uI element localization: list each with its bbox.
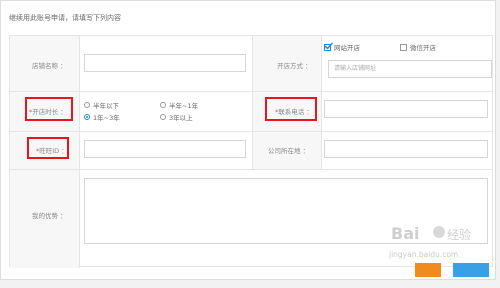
secondary-button[interactable] [453, 263, 489, 277]
label-cell-shop-name: 店铺名称 ： [10, 36, 80, 91]
label-cell-open-method: 开店方式 ： [252, 36, 322, 91]
duration-option-under-half-year[interactable]: 半年以下 [84, 100, 119, 110]
duration-option-one-to-three-years[interactable]: 1年~3年 [84, 112, 120, 122]
form-row-1: 店铺名称 ： 开店方式 ： 网站开店 微信开店 请输入店铺网址 [10, 36, 492, 92]
application-card: 继续用此账号申请，请填写下列内容 店铺名称 ： 开店方式 ： 网站开店 微信开店… [0, 0, 496, 280]
form-row-2: *开店时长 ： 半年以下 半年~1年 1年~3年 3年以上 *联系电话 ： [10, 92, 492, 132]
form-row-3: *旺旺ID ： 公司所在地 ： [10, 132, 492, 170]
radio-icon[interactable] [84, 102, 90, 108]
advantage-label: 我的优势 ： [32, 212, 67, 220]
checkbox-checked-icon[interactable] [324, 42, 333, 51]
shop-name-input[interactable] [84, 54, 246, 72]
radio-selected-icon[interactable] [84, 114, 90, 120]
highlight-box-phone [265, 97, 317, 121]
open-method-website-option[interactable]: 网站开店 [324, 42, 360, 52]
svg-text:经验: 经验 [447, 227, 471, 242]
checkbox-icon[interactable] [400, 43, 407, 51]
shop-url-input[interactable]: 请输入店铺网址 [328, 60, 492, 78]
radio-icon[interactable] [160, 102, 166, 108]
svg-text:Bai: Bai [391, 224, 419, 243]
wechat-option-label: 微信开店 [410, 44, 436, 52]
duration-option-half-to-one-year[interactable]: 半年~1年 [160, 100, 198, 110]
submit-button[interactable] [415, 263, 441, 277]
company-location-input[interactable] [324, 140, 488, 158]
website-option-label: 网站开店 [334, 44, 360, 52]
open-method-label: 开店方式 ： [277, 62, 312, 70]
duration-option-over-three-years[interactable]: 3年以上 [160, 112, 193, 122]
form-hint: 继续用此账号申请，请填写下列内容 [9, 14, 121, 22]
svg-text:jingyan.baidu.com: jingyan.baidu.com [388, 250, 458, 259]
open-method-wechat-option[interactable]: 微信开店 [400, 42, 436, 52]
radio-icon[interactable] [160, 114, 166, 120]
wangwang-input[interactable] [84, 140, 246, 158]
phone-input[interactable] [324, 100, 488, 118]
label-cell-advantage: 我的优势 ： [10, 170, 80, 268]
highlight-box-duration [25, 97, 73, 121]
shop-name-label: 店铺名称 ： [32, 62, 67, 70]
highlight-box-wangwang [27, 137, 69, 159]
label-cell-company-location: 公司所在地 ： [252, 132, 322, 169]
company-location-label: 公司所在地 ： [268, 147, 310, 155]
